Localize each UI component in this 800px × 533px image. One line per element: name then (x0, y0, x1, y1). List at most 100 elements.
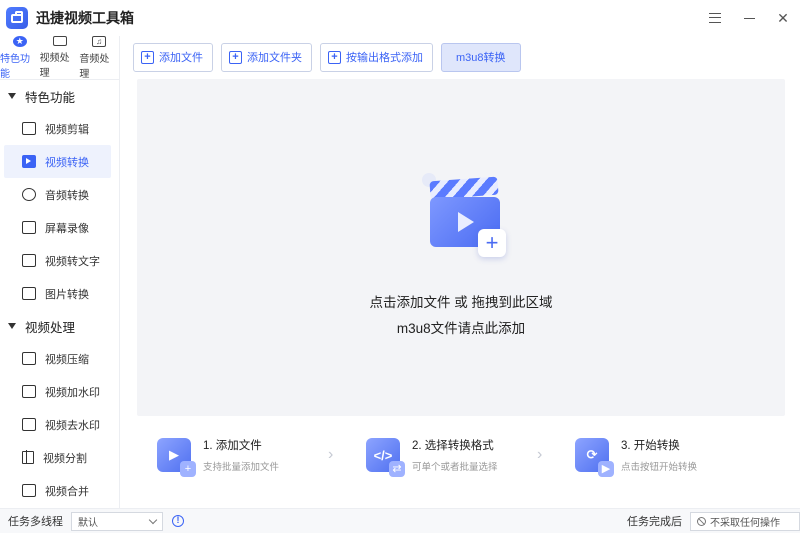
section-video-processing[interactable]: 视频处理 (0, 310, 119, 342)
sidebar-item-image-convert[interactable]: 图片转换 (0, 277, 111, 310)
tab-label: 视频处理 (39, 53, 70, 79)
info-icon[interactable]: ! (172, 515, 184, 527)
plus-icon: + (328, 50, 341, 64)
step-choose-format: </> ⇄ 2. 选择转换格式 可单个或者批量选择 (346, 437, 551, 477)
toolbar: + 添加文件 + 添加文件夹 + 按输出格式添加 m3u8转换 (121, 36, 800, 78)
audio-convert-icon (22, 188, 36, 201)
image-convert-icon (22, 287, 36, 300)
chevron-right-icon: › (537, 446, 543, 463)
sidebar-item-label: 视频分割 (43, 452, 87, 465)
step-start-convert: ⟳ ▶ 3. 开始转换 点击按钮开始转换 (555, 437, 760, 477)
sidebar-item-label: 视频合并 (45, 485, 89, 498)
m3u8-convert-button[interactable]: m3u8转换 (441, 42, 521, 72)
button-label: 添加文件夹 (247, 52, 302, 64)
sidebar-item-video-merge[interactable]: 视频合并 (0, 474, 111, 507)
ban-icon (697, 516, 706, 526)
steps-guide: ▶ + 1. 添加文件 支持批量添加文件 › </> ⇄ 2. 选择转换格式 可单个… (137, 425, 785, 485)
sidebar-item-label: 图片转换 (45, 288, 89, 301)
section-label: 特色功能 (25, 90, 76, 105)
add-folder-button[interactable]: + 添加文件夹 (221, 42, 312, 72)
section-featured[interactable]: 特色功能 (0, 80, 119, 112)
m3u8-add-link[interactable]: m3u8文件请点此添加 (137, 317, 785, 337)
sidebar-item-label: 屏幕录像 (45, 222, 89, 235)
toolbox-logo-icon (6, 7, 28, 29)
plus-icon: + (141, 50, 154, 64)
video-convert-icon (22, 155, 36, 168)
chevron-down-icon (148, 515, 158, 524)
plus-icon: + (229, 50, 242, 64)
convert-refresh-icon: ⟳ ▶ (575, 438, 614, 477)
file-drop-zone[interactable]: + 点击添加文件 或 拖拽到此区域 m3u8文件请点此添加 (137, 79, 785, 416)
sidebar-item-remove-watermark[interactable]: 视频去水印 (0, 408, 111, 441)
step-title: 2. 选择转换格式 (412, 440, 494, 452)
threads-select[interactable]: 默认 (71, 511, 163, 531)
chevron-right-icon: › (328, 446, 334, 463)
video-to-text-icon (22, 254, 36, 267)
close-icon: ✕ (777, 9, 789, 26)
video-clapper-add-icon: + (422, 171, 514, 261)
tab-video-processing[interactable]: 视频处理 (40, 36, 80, 79)
menu-button[interactable] (698, 0, 732, 36)
step-title: 1. 添加文件 (203, 440, 262, 452)
section-label: 视频处理 (25, 320, 76, 335)
sidebar-item-video-split[interactable]: 视频分割 (0, 441, 111, 474)
screen-record-icon (22, 221, 36, 234)
compress-icon (22, 352, 36, 365)
step-desc: 可单个或者批量选择 (412, 462, 498, 473)
category-tabs: ★ 特色功能 视频处理 ♫ 音频处理 (0, 35, 119, 80)
sidebar-item-label: 视频剪辑 (45, 123, 89, 136)
step-desc: 支持批量添加文件 (203, 462, 280, 473)
remove-watermark-icon (22, 418, 36, 431)
add-by-format-button[interactable]: + 按输出格式添加 (320, 42, 433, 72)
merge-icon (22, 484, 36, 497)
star-icon: ★ (12, 35, 27, 47)
add-video-icon: ▶ + (157, 438, 196, 477)
step-title: 3. 开始转换 (621, 440, 680, 452)
button-label: 添加文件 (159, 52, 203, 64)
sidebar: ★ 特色功能 视频处理 ♫ 音频处理 特色功能 视频剪辑 视频转换 音频转换 屏… (0, 35, 120, 508)
title-bar: 迅捷视频工具箱 ✕ (0, 0, 800, 36)
step-add-file: ▶ + 1. 添加文件 支持批量添加文件 (137, 437, 342, 477)
window-controls: ✕ (698, 0, 800, 36)
threads-value: 默认 (78, 517, 98, 529)
tab-audio-processing[interactable]: ♫ 音频处理 (79, 35, 119, 80)
button-label: 按输出格式添加 (346, 52, 423, 64)
sidebar-item-video-edit[interactable]: 视频剪辑 (0, 112, 111, 145)
split-icon (22, 450, 34, 464)
film-icon (52, 36, 67, 46)
minimize-button[interactable] (732, 0, 766, 36)
after-task-value: 不采取任何操作 (710, 517, 780, 529)
caret-down-icon (8, 323, 16, 329)
after-task-group: 任务完成后 不采取任何操作 (619, 511, 800, 531)
after-task-select[interactable]: 不采取任何操作 (690, 511, 800, 531)
after-task-label: 任务完成后 (627, 516, 682, 528)
tab-label: 音频处理 (79, 53, 110, 80)
sidebar-item-label: 视频转换 (45, 156, 89, 169)
sidebar-item-label: 音频转换 (45, 189, 89, 202)
sidebar-item-label: 视频压缩 (45, 353, 89, 366)
threads-label: 任务多线程 (8, 516, 63, 528)
video-edit-icon (22, 122, 36, 135)
add-watermark-icon (22, 385, 36, 398)
sidebar-item-label: 视频去水印 (45, 419, 100, 432)
sidebar-item-video-compress[interactable]: 视频压缩 (0, 342, 111, 375)
close-button[interactable]: ✕ (766, 0, 800, 36)
status-bar: 任务多线程 默认 ! 任务完成后 不采取任何操作 (0, 508, 800, 533)
sidebar-item-audio-convert[interactable]: 音频转换 (0, 178, 111, 211)
sidebar-item-video-to-text[interactable]: 视频转文字 (0, 244, 111, 277)
drop-hint-text: 点击添加文件 或 拖拽到此区域 (369, 295, 553, 310)
sidebar-item-video-convert[interactable]: 视频转换 (4, 145, 111, 178)
sidebar-item-screen-record[interactable]: 屏幕录像 (0, 211, 111, 244)
tab-label: 特色功能 (0, 53, 30, 80)
sidebar-item-label: 视频加水印 (45, 386, 100, 399)
button-label: m3u8转换 (456, 52, 506, 64)
minimize-icon (743, 17, 755, 19)
add-file-button[interactable]: + 添加文件 (133, 42, 213, 72)
music-icon: ♫ (92, 35, 107, 47)
hamburger-icon (709, 13, 721, 23)
sidebar-item-add-watermark[interactable]: 视频加水印 (0, 375, 111, 408)
tab-featured[interactable]: ★ 特色功能 (0, 35, 40, 80)
format-icon: </> ⇄ (366, 438, 405, 477)
app-title: 迅捷视频工具箱 (36, 10, 134, 26)
step-desc: 点击按钮开始转换 (621, 462, 698, 473)
